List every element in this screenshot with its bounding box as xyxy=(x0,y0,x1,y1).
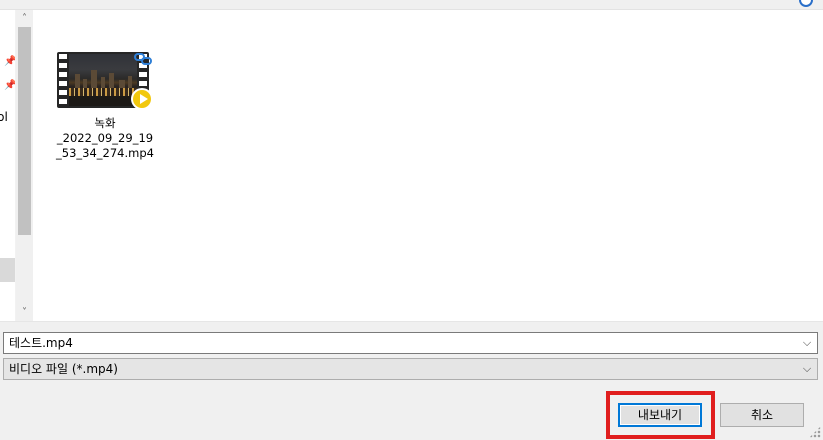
chevron-down-icon[interactable]: ⌵ xyxy=(801,359,813,379)
export-button[interactable]: 내보내기 xyxy=(618,403,702,427)
file-list-pane: 녹화 _2022_09_29_19 _53_34_274.mp4 xyxy=(33,10,823,321)
nav-item-label[interactable]: rsol xyxy=(0,110,8,124)
chevron-down-icon[interactable]: ⌵ xyxy=(801,333,813,353)
scroll-up-arrow-icon[interactable]: ˄ xyxy=(16,10,33,27)
nav-item-selected[interactable] xyxy=(0,258,15,282)
file-type-select[interactable]: 비디오 파일 (*.mp4) ⌵ xyxy=(3,358,818,380)
file-name-input[interactable]: 테스트.mp4 ⌵ xyxy=(3,332,818,354)
resize-grip-icon[interactable] xyxy=(809,426,821,438)
file-item[interactable]: 녹화 _2022_09_29_19 _53_34_274.mp4 xyxy=(56,52,154,161)
scroll-down-arrow-icon[interactable]: ˅ xyxy=(16,304,33,321)
pin-icon[interactable]: 📌 xyxy=(4,80,15,92)
nav-scrollbar[interactable]: ˄ ˅ xyxy=(16,10,33,321)
play-badge-icon xyxy=(131,88,153,110)
link-badge-icon xyxy=(134,53,152,65)
file-type-value[interactable]: 비디오 파일 (*.mp4) xyxy=(9,362,118,376)
info-icon xyxy=(799,0,813,7)
cancel-button[interactable]: 취소 xyxy=(720,403,804,427)
scrollbar-thumb[interactable] xyxy=(18,27,31,235)
video-thumbnail xyxy=(57,52,153,110)
navigation-pane: 📌 📌 rsol xyxy=(0,10,16,321)
file-name-label: 녹화 _2022_09_29_19 _53_34_274.mp4 xyxy=(56,116,154,160)
window-top-strip xyxy=(0,0,823,10)
save-options-panel: 테스트.mp4 ⌵ 비디오 파일 (*.mp4) ⌵ 내보내기 취소 xyxy=(0,321,823,440)
file-name-value[interactable]: 테스트.mp4 xyxy=(9,336,73,350)
pin-icon[interactable]: 📌 xyxy=(4,56,15,68)
